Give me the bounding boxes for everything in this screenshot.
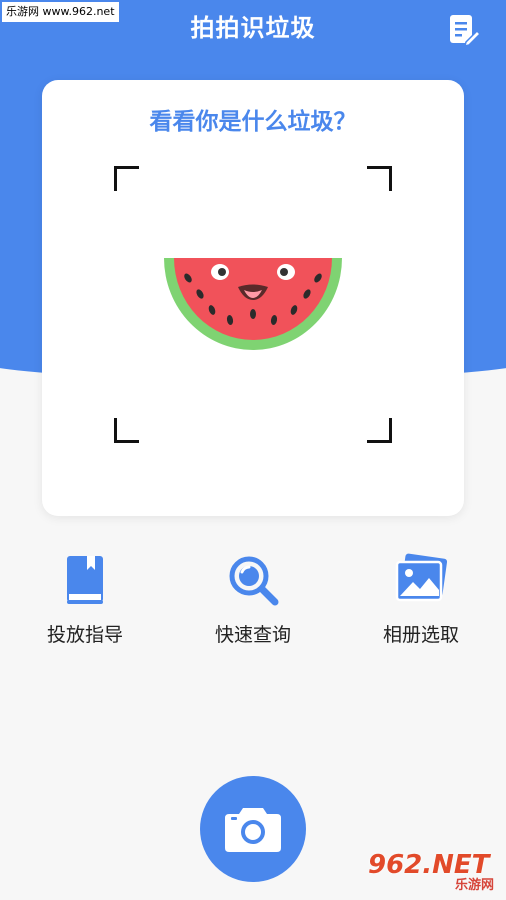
gallery-label: 相册选取 — [382, 624, 459, 646]
watermark-bottom: 962.NET 乐游网 — [368, 850, 498, 894]
search-icon — [229, 556, 279, 606]
watermelon-illustration — [164, 258, 342, 350]
action-row: 投放指导 快速查询 相册选取 — [0, 552, 506, 652]
guide-button[interactable]: 投放指导 — [20, 552, 150, 647]
card-title: 看看你是什么垃圾？ — [149, 109, 357, 135]
gallery-button[interactable]: 相册选取 — [356, 552, 486, 647]
guide-label: 投放指导 — [46, 624, 123, 646]
page-title: 拍拍识垃圾 — [190, 14, 316, 42]
camera-icon — [225, 808, 281, 852]
book-icon — [67, 556, 103, 604]
edit-notes-icon — [450, 15, 482, 48]
app-screen: 乐游网 www.962.net 拍拍识垃圾 看看你是什么垃圾？ 投放指导 快速查… — [0, 0, 506, 900]
scan-corner-bottom-right — [367, 418, 392, 443]
notes-button[interactable] — [446, 12, 482, 48]
scan-corner-top-right — [367, 166, 392, 191]
watermark-bottom-sub: 乐游网 — [454, 878, 494, 893]
quick-search-button[interactable]: 快速查询 — [188, 552, 318, 647]
camera-button[interactable] — [200, 776, 306, 882]
scan-card: 看看你是什么垃圾？ — [42, 80, 464, 516]
gallery-icon — [395, 553, 448, 602]
scan-corner-top-left — [114, 166, 139, 191]
scan-corner-bottom-left — [114, 418, 139, 443]
quick-search-label: 快速查询 — [214, 624, 291, 646]
